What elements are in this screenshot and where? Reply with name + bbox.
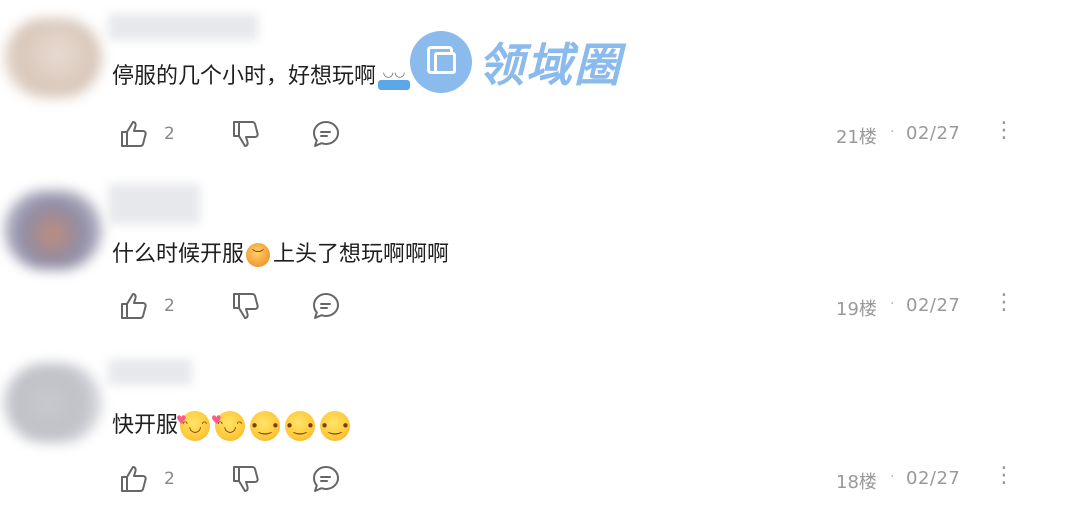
comment-actions: 2 18楼 · 02/27 ⋮ xyxy=(0,463,1070,497)
sad-face-emoji-icon: ︶ xyxy=(246,243,271,267)
more-options-icon[interactable]: ⋮ xyxy=(993,463,1015,488)
reply-button[interactable] xyxy=(310,463,342,495)
username-blurred[interactable] xyxy=(108,359,192,385)
separator-dot: · xyxy=(890,469,895,485)
comment-date: 02/27 xyxy=(906,123,961,144)
wink-face-emoji-icon: •‿• xyxy=(250,411,281,441)
comment-bubble-icon xyxy=(313,293,339,319)
like-button[interactable]: 2 xyxy=(118,463,175,495)
watermark: 领域圈 xyxy=(410,31,622,93)
thumbs-up-icon xyxy=(121,121,147,147)
like-count: 2 xyxy=(164,124,175,144)
more-options-icon[interactable]: ⋮ xyxy=(993,118,1015,143)
dislike-button[interactable] xyxy=(230,463,262,495)
comment-bubble-icon xyxy=(313,121,339,147)
avatar[interactable] xyxy=(4,190,102,270)
heart-eyes-face-emoji-icon: ♥ ᵔ◡ᵔ xyxy=(211,411,246,441)
like-count: 2 xyxy=(164,469,175,489)
comment-date: 02/27 xyxy=(906,468,961,489)
more-options-icon[interactable]: ⋮ xyxy=(993,290,1015,315)
like-count: 2 xyxy=(164,296,175,316)
watermark-text: 领域圈 xyxy=(478,38,622,92)
reply-button[interactable] xyxy=(310,290,342,322)
thumbs-down-icon xyxy=(233,293,259,319)
comment-text: 快开服 ♥ ᵔ◡ᵔ ♥ ᵔ◡ᵔ •‿• •‿• •‿• xyxy=(112,411,353,441)
dislike-button[interactable] xyxy=(230,118,262,150)
comment-date: 02/27 xyxy=(906,295,961,316)
username-blurred[interactable] xyxy=(108,184,200,224)
comment-text: 停服的几个小时，好想玩啊 ◡◡ xyxy=(112,62,411,92)
comment-actions: 2 21楼 · 02/27 ⋮ xyxy=(0,118,1070,152)
thumbs-up-icon xyxy=(121,466,147,492)
blue-laptop-emoji-icon: ◡◡ xyxy=(378,62,411,92)
floor-number: 21楼 xyxy=(836,127,877,148)
avatar[interactable] xyxy=(4,18,102,98)
floor-number: 19楼 xyxy=(836,299,877,320)
comment-text: 什么时候开服 ︶ 上头了想玩啊啊啊 xyxy=(112,242,450,267)
comment-bubble-icon xyxy=(313,466,339,492)
avatar[interactable] xyxy=(4,363,102,443)
thumbs-up-icon xyxy=(121,293,147,319)
comment-item: 什么时候开服 ︶ 上头了想玩啊啊啊 2 19楼 · 02/27 ⋮ xyxy=(0,172,1070,344)
like-button[interactable]: 2 xyxy=(118,118,175,150)
comment-actions: 2 19楼 · 02/27 ⋮ xyxy=(0,290,1070,324)
dislike-button[interactable] xyxy=(230,290,262,322)
wink-face-emoji-icon: •‿• xyxy=(285,411,316,441)
thumbs-down-icon xyxy=(233,121,259,147)
heart-eyes-face-emoji-icon: ♥ ᵔ◡ᵔ xyxy=(176,411,211,441)
wink-face-emoji-icon: •‿• xyxy=(320,411,351,441)
watermark-logo-icon xyxy=(410,31,472,93)
thumbs-down-icon xyxy=(233,466,259,492)
comment-item: 快开服 ♥ ᵔ◡ᵔ ♥ ᵔ◡ᵔ •‿• •‿• •‿• 2 18楼 · 02/27 ⋮ xyxy=(0,345,1070,517)
floor-number: 18楼 xyxy=(836,472,877,493)
separator-dot: · xyxy=(890,296,895,312)
username-blurred[interactable] xyxy=(108,14,258,40)
reply-button[interactable] xyxy=(310,118,342,150)
separator-dot: · xyxy=(890,124,895,140)
like-button[interactable]: 2 xyxy=(118,290,175,322)
